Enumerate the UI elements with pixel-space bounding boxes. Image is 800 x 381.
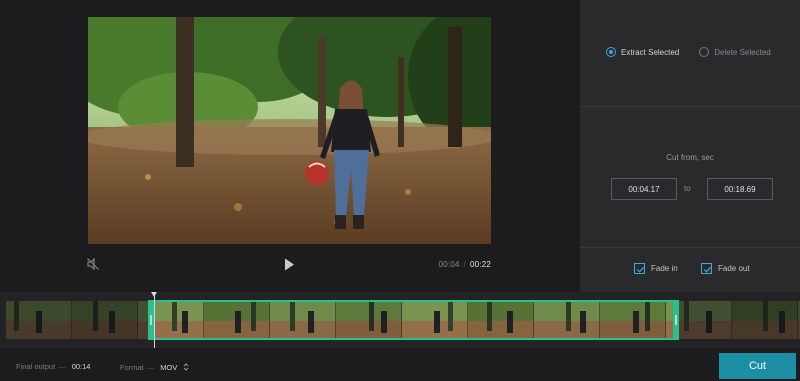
delete-radio[interactable] xyxy=(699,47,710,57)
checkmark-icon xyxy=(703,266,712,273)
chevron-updown-icon xyxy=(184,363,189,371)
playhead[interactable] xyxy=(151,292,157,348)
extract-radio[interactable] xyxy=(606,47,616,57)
trimmed-region-left xyxy=(6,301,149,339)
cut-range-title: Cut from, sec xyxy=(666,153,714,162)
fade-out-checkbox[interactable] xyxy=(701,263,712,274)
time-separator: / xyxy=(463,260,466,269)
divider xyxy=(580,106,800,107)
final-output-dash: — xyxy=(58,362,66,371)
footer: Final output —00:14 Format — MOV Cut xyxy=(0,348,800,381)
final-output-label: Final output xyxy=(16,362,56,371)
final-output-value: 00:14 xyxy=(71,362,91,371)
duration: 00:22 xyxy=(469,260,491,269)
mute-button[interactable] xyxy=(86,257,100,271)
format-value: MOV xyxy=(160,362,178,372)
delete-selected-option[interactable]: Delete Selected xyxy=(699,47,771,57)
timeline[interactable] xyxy=(0,292,800,348)
checkmark-icon xyxy=(636,266,645,273)
format-field: Format — MOV xyxy=(120,362,189,372)
cut-from-input[interactable] xyxy=(611,178,677,200)
delete-label: Delete Selected xyxy=(714,47,771,57)
trimmed-region-right xyxy=(677,301,800,339)
mode-selector: Extract Selected Delete Selected xyxy=(606,47,771,57)
extract-label: Extract Selected xyxy=(621,47,680,57)
selection-end-handle[interactable] xyxy=(673,300,679,340)
to-label: to xyxy=(684,184,691,193)
format-label: Format xyxy=(120,362,144,372)
preview-area: 00:04/00:22 xyxy=(0,0,580,292)
play-button[interactable] xyxy=(282,257,296,272)
settings-panel: Extract Selected Delete Selected Cut fro… xyxy=(580,0,800,292)
fade-in-label: Fade in xyxy=(651,264,678,273)
fade-out-option[interactable]: Fade out xyxy=(701,263,750,274)
final-output: Final output — 00:14 xyxy=(16,362,90,371)
format-select[interactable]: MOV xyxy=(160,362,189,372)
fade-out-label: Fade out xyxy=(718,264,750,273)
speaker-muted-icon xyxy=(87,257,99,271)
video-preview[interactable] xyxy=(88,17,491,244)
play-icon xyxy=(285,258,294,271)
divider xyxy=(580,247,800,248)
playback-time: 00:04/00:22 xyxy=(439,260,492,269)
cut-to-input[interactable] xyxy=(707,178,773,200)
format-dash: — xyxy=(146,362,155,372)
cut-button[interactable]: Cut xyxy=(719,353,796,379)
extract-selected-option[interactable]: Extract Selected xyxy=(606,47,679,57)
current-time: 00:04 xyxy=(438,260,460,269)
fade-in-option[interactable]: Fade in xyxy=(634,263,678,274)
selection-range[interactable] xyxy=(149,300,677,340)
fade-in-checkbox[interactable] xyxy=(634,263,645,274)
